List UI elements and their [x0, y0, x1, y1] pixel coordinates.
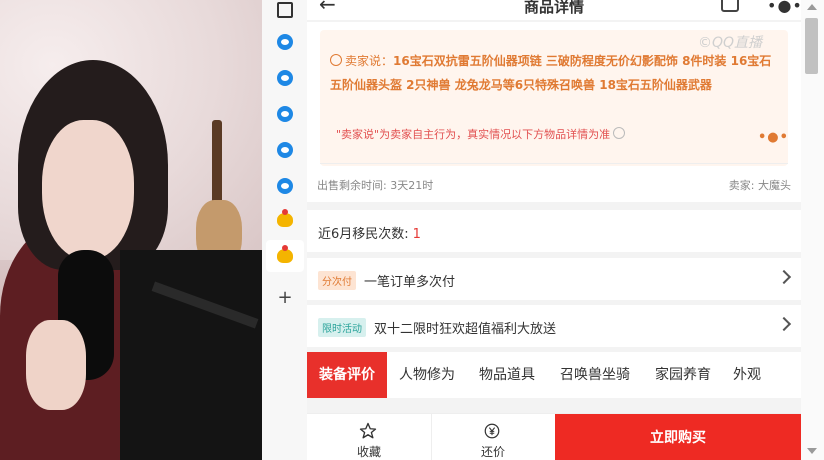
migrate-count: 近6月移民次数: 1	[318, 223, 421, 242]
more-icon[interactable]: •●•	[767, 0, 801, 15]
promo-row[interactable]: 限时活动 双十二限时狂欢超值福利大放送	[307, 305, 801, 347]
info-icon	[330, 54, 342, 66]
top-bar: ← 商品详情 •●•	[307, 0, 801, 20]
edge-icon[interactable]	[275, 68, 295, 88]
browser-sidebar: +	[262, 0, 308, 460]
edge-icon[interactable]	[275, 176, 295, 196]
installment-row[interactable]: 分次付 一笔订单多次付	[307, 258, 801, 300]
promo-content: 限时活动 双十二限时狂欢超值福利大放送	[318, 318, 556, 337]
add-icon[interactable]: +	[275, 287, 295, 308]
chevron-right-icon	[776, 269, 792, 285]
promo-text: 双十二限时狂欢超值福利大放送	[374, 322, 557, 337]
webcam-feed	[0, 0, 262, 460]
detail-tabs: 装备评价 人物修为 物品道具 召唤兽坐骑 家园养育 外观	[307, 352, 801, 398]
scroll-down-icon[interactable]	[807, 448, 817, 454]
chevron-right-icon	[776, 316, 792, 332]
edge-icon[interactable]	[275, 32, 295, 52]
migrate-count-row: 近6月移民次数: 1	[307, 210, 801, 252]
tab-equipment-rating[interactable]: 装备评价	[307, 352, 387, 398]
tab-summons-mounts[interactable]: 召唤兽坐骑	[547, 352, 643, 398]
installment-tag: 分次付	[318, 271, 356, 290]
seller-says-text: 卖家说：16宝石双抗雷五阶仙器项链 三破防程度无价幻影配饰 8件时装 16宝石五…	[330, 49, 782, 97]
seller-says-content: 16宝石双抗雷五阶仙器项链 三破防程度无价幻影配饰 8件时装 16宝石五阶仙器头…	[330, 54, 772, 92]
migrate-label: 近6月移民次数:	[318, 227, 409, 242]
scroll-thumb[interactable]	[805, 18, 818, 74]
page-scrollbar[interactable]	[801, 0, 824, 460]
edge-icon[interactable]	[275, 104, 295, 124]
edge-icon[interactable]	[275, 140, 295, 160]
buy-now-button[interactable]: 立即购买	[555, 414, 801, 460]
expand-dots-icon[interactable]: •●•	[758, 130, 789, 145]
seller-says-prefix: 卖家说：	[345, 54, 394, 68]
installment-text: 一笔订单多次付	[364, 275, 456, 290]
seller-says-disclaimer: "卖家说"为卖家自主行为，真实情况以下方物品详情为准	[336, 126, 626, 142]
question-icon[interactable]	[613, 127, 626, 139]
streamer-face	[42, 120, 134, 260]
favorite-label: 收藏	[356, 445, 381, 459]
panel-icon[interactable]	[275, 0, 295, 20]
migrate-number: 1	[412, 227, 421, 242]
share-icon[interactable]	[721, 0, 739, 12]
seller-name[interactable]: 卖家: 大魔头	[729, 177, 791, 193]
favorite-button[interactable]: 收藏	[307, 414, 432, 460]
tab-character[interactable]: 人物修为	[387, 352, 467, 398]
promo-tag: 限时活动	[318, 318, 366, 337]
tab-items[interactable]: 物品道具	[467, 352, 547, 398]
divider	[320, 163, 788, 164]
hand	[26, 320, 86, 410]
tab-appearance[interactable]: 外观	[723, 352, 771, 398]
jacket	[120, 250, 262, 460]
product-detail-page: ← 商品详情 •●• 卖家说：16宝石双抗雷五阶仙器项链 三破防程度无价幻影配饰…	[307, 0, 801, 460]
chick-icon[interactable]	[275, 245, 295, 266]
sale-time-left: 出售剩余时间: 3天21时	[317, 179, 434, 192]
scroll-up-icon[interactable]	[807, 4, 817, 10]
bargain-button[interactable]: 还价	[431, 414, 555, 460]
yuan-icon	[484, 423, 500, 439]
disclaimer-text: "卖家说"为卖家自主行为，真实情况以下方物品详情为准	[336, 128, 611, 141]
bottom-action-bar: 收藏 还价 立即购买	[307, 413, 801, 460]
bargain-label: 还价	[480, 445, 505, 459]
qq-live-watermark: ©QQ直播	[698, 35, 763, 51]
installment-content: 分次付 一笔订单多次付	[318, 271, 455, 290]
chick-icon[interactable]	[275, 209, 295, 230]
tab-home[interactable]: 家园养育	[643, 352, 723, 398]
star-icon	[359, 422, 377, 439]
